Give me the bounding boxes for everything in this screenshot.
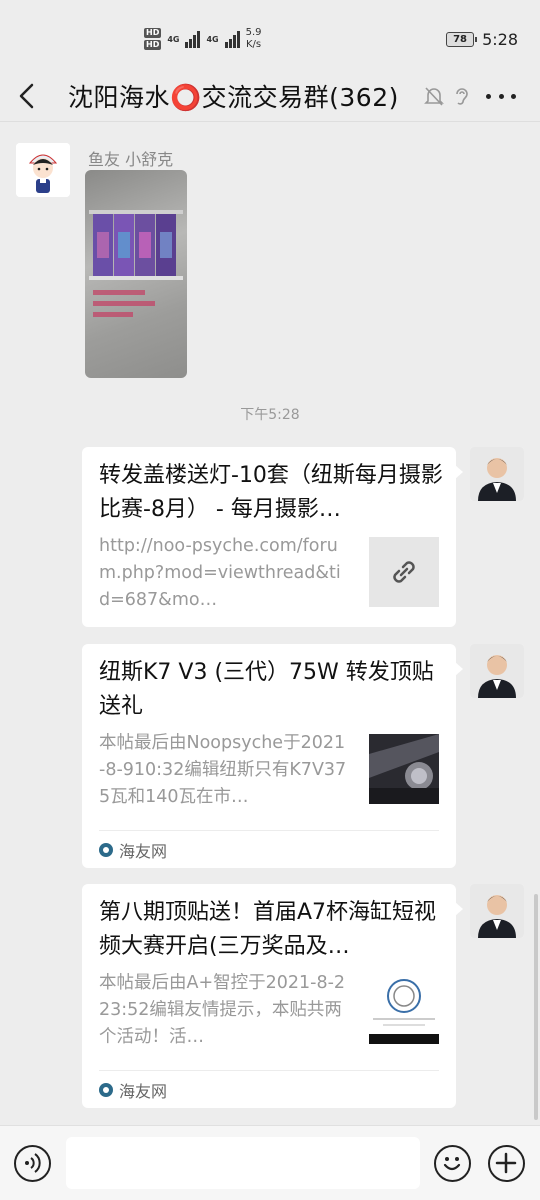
article-thumbnail (369, 734, 439, 804)
my-avatar[interactable] (470, 447, 524, 501)
link-thumbnail (369, 537, 439, 607)
message-input[interactable] (66, 1137, 420, 1189)
card-title: 纽斯K7 V3 (三代）75W 转发顶贴送礼 (99, 660, 434, 719)
ear-icon (450, 84, 474, 108)
more-dot (486, 93, 491, 99)
source-logo-icon (99, 1082, 113, 1097)
network-speed: 5.9 K/s (245, 27, 262, 50)
source-name: 海友网 (119, 841, 168, 861)
photo-message[interactable] (85, 170, 187, 378)
more-button[interactable] (486, 82, 516, 110)
hd-badge-2: HD (144, 40, 162, 50)
back-button[interactable] (14, 80, 44, 112)
more-dot (511, 93, 516, 99)
link-icon (393, 561, 415, 583)
card-summary: 本帖最后由Noopsyche于2021-8-910:32编辑纽斯只有K7V375… (99, 733, 347, 807)
link-card[interactable]: 转发盖楼送灯-10套（纽斯每月摄影比赛-8月） - 每月摄影… http://n… (82, 447, 463, 627)
bubble-tail (455, 662, 463, 676)
contest-poster (369, 974, 439, 1044)
network-gen-1: 4G (167, 34, 180, 44)
input-bar (0, 1125, 540, 1200)
smiley-icon (443, 1157, 461, 1171)
scrollbar[interactable] (534, 894, 538, 1120)
bubble-tail (455, 902, 463, 916)
bubble-tail (455, 465, 463, 479)
chat-header: 沈阳海水⭕交流交易群(362) (0, 70, 540, 122)
plus-icon (495, 1152, 517, 1174)
cartoon-avatar-icon (16, 143, 70, 197)
card-title: 第八期顶贴送！首届A7杯海缸短视频大赛开启(三万奖品及… (99, 900, 437, 959)
more-options-button[interactable] (488, 1145, 525, 1182)
article-thumbnail (369, 974, 439, 1044)
card-source: 海友网 (99, 1070, 439, 1108)
article-card[interactable]: 第八期顶贴送！首届A7杯海缸短视频大赛开启(三万奖品及… 本帖最后由A+智控于2… (82, 884, 463, 1108)
sender-avatar[interactable] (16, 143, 70, 197)
hd-badge-1: HD (144, 28, 162, 38)
more-dot (498, 93, 504, 99)
chat-area[interactable]: 鱼友 小舒克 下午5:28 转发盖楼送灯-10套（纽斯每月摄影比赛-8月） - … (0, 122, 540, 1125)
card-summary: 本帖最后由A+智控于2021-8-223:52编辑友情提示，本贴共两个活动！活… (99, 973, 346, 1047)
source-logo-icon (99, 842, 113, 857)
sender-name: 鱼友 小舒克 (88, 150, 174, 169)
network-gen-2: 4G (206, 34, 219, 44)
person-avatar-icon (470, 884, 524, 938)
bell-off-icon (422, 84, 446, 108)
product-photo (89, 210, 183, 317)
network-indicators: HD HD 4G 4G 5.9 K/s (144, 24, 262, 54)
card-title: 转发盖楼送灯-10套（纽斯每月摄影比赛-8月） - 每月摄影… (99, 463, 443, 522)
emoji-button[interactable] (434, 1145, 471, 1182)
status-bar: HD HD 4G 4G 5.9 K/s 78 5:28 (0, 0, 540, 70)
chevron-left-icon (19, 83, 34, 109)
status-right: 78 5:28 (446, 30, 518, 49)
source-name: 海友网 (119, 1081, 168, 1101)
group-title: 沈阳海水⭕交流交易群(362) (68, 83, 399, 112)
signal-icon-1 (185, 30, 201, 48)
voice-icon (25, 1153, 41, 1173)
clock: 5:28 (482, 30, 518, 49)
signal-icon-2 (224, 30, 240, 48)
person-avatar-icon (470, 644, 524, 698)
battery-icon: 78 (446, 32, 478, 47)
card-url: http://noo-psyche.com/forum.php?mod=view… (99, 536, 341, 610)
card-source: 海友网 (99, 830, 439, 868)
time-divider: 下午5:28 (240, 407, 300, 423)
person-avatar-icon (470, 447, 524, 501)
my-avatar[interactable] (470, 644, 524, 698)
my-avatar[interactable] (470, 884, 524, 938)
article-card[interactable]: 纽斯K7 V3 (三代）75W 转发顶贴送礼 本帖最后由Noopsyche于20… (82, 644, 463, 868)
voice-button[interactable] (14, 1145, 51, 1182)
lamp-photo (369, 734, 439, 804)
